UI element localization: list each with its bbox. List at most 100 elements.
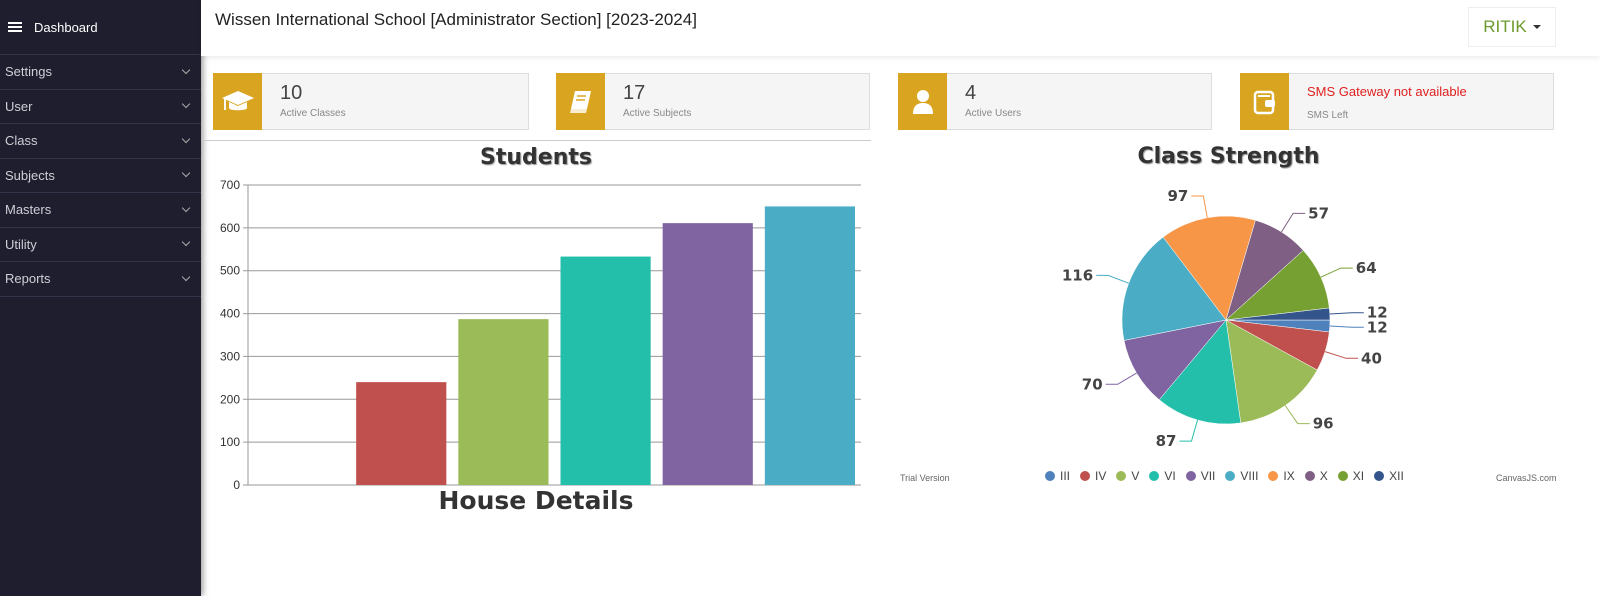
pie-label-line — [1284, 405, 1310, 425]
sidebar-item-label: Settings — [5, 64, 52, 80]
y-tick-label: 700 — [220, 178, 240, 192]
pie-data-label: 12 — [1367, 304, 1388, 322]
legend-item[interactable]: VII — [1185, 469, 1216, 483]
card-sms: SMS Gateway not available SMS Left — [1240, 73, 1554, 130]
y-tick-label: 500 — [220, 264, 240, 278]
legend-item[interactable]: IV — [1080, 469, 1106, 483]
chevron-down-icon — [181, 238, 191, 247]
pie-label-line — [1096, 274, 1129, 284]
active-users-label: Active Users — [965, 108, 1022, 119]
trial-version-watermark: Trial Version — [900, 473, 950, 483]
y-tick-label: 200 — [220, 392, 240, 406]
pie-label-line — [1105, 372, 1137, 385]
legend-marker-icon — [1337, 471, 1348, 481]
sidebar-item-label: Utility — [5, 236, 37, 252]
sidebar-item-subjects[interactable]: Subjects — [0, 159, 201, 193]
caret-down-icon — [1532, 25, 1541, 29]
legend-label: III — [1060, 469, 1071, 483]
user-name: RITIK — [1483, 17, 1527, 36]
active-users-count: 4 — [965, 82, 977, 104]
card-active-classes: 10 Active Classes — [213, 73, 529, 130]
wallet-icon — [1240, 73, 1289, 130]
legend-label: XI — [1352, 469, 1365, 483]
legend-item[interactable]: XII — [1374, 469, 1404, 483]
bar — [356, 382, 447, 485]
sms-status: SMS Gateway not available — [1307, 84, 1467, 99]
legend-item[interactable]: XI — [1337, 469, 1365, 483]
sidebar-item-settings[interactable]: Settings — [0, 55, 201, 90]
active-subjects-count: 17 — [623, 82, 646, 104]
legend-marker-icon — [1268, 471, 1279, 481]
pie-data-label: 57 — [1308, 204, 1329, 222]
active-classes-count: 10 — [280, 82, 303, 104]
pie-label-line — [1324, 351, 1359, 359]
pie-label-line — [1320, 267, 1353, 278]
y-tick-label: 100 — [220, 435, 240, 449]
pie-data-label: 97 — [1167, 187, 1188, 205]
bar — [764, 206, 855, 485]
sidebar-item-label: User — [5, 98, 33, 114]
user-menu-button[interactable]: RITIK — [1468, 7, 1556, 47]
pie-label-line — [1329, 312, 1364, 315]
sidebar-item-reports[interactable]: Reports — [0, 262, 201, 297]
legend-label: VI — [1164, 469, 1176, 483]
topbar: Wissen International School [Administrat… — [201, 0, 1600, 56]
canvasjs-watermark[interactable]: CanvasJS.com — [1496, 473, 1557, 483]
legend-label: IX — [1283, 469, 1295, 483]
legend-label: VII — [1200, 469, 1216, 483]
y-tick-label: 600 — [220, 221, 240, 235]
legend-marker-icon — [1374, 471, 1385, 481]
pie-data-label: 116 — [1062, 266, 1093, 284]
class-strength-chart: Class Strength 12 40 96 87 70 116 97 57 64 12 — [896, 140, 1561, 490]
y-tick-label: 300 — [220, 349, 240, 363]
sidebar-item-class[interactable]: Class — [0, 124, 201, 159]
chevron-down-icon — [181, 203, 191, 212]
bar — [560, 256, 651, 485]
pie-label-line — [1179, 419, 1198, 442]
chevron-down-icon — [181, 100, 191, 109]
sidebar-dashboard[interactable]: Dashboard — [0, 0, 201, 55]
legend-marker-icon — [1225, 471, 1236, 481]
students-chart: Students 0 100 200 300 400 500 600 700 — [201, 140, 871, 491]
legend-marker-icon — [1185, 471, 1196, 481]
legend-label: XII — [1389, 469, 1404, 483]
bar — [662, 223, 753, 485]
card-active-subjects: 17 Active Subjects — [556, 73, 870, 130]
legend-label: X — [1319, 469, 1328, 483]
pie-data-label: 70 — [1082, 375, 1103, 393]
sms-left-label: SMS Left — [1307, 110, 1349, 121]
sidebar-item-masters[interactable]: Masters — [0, 193, 201, 228]
sidebar-dashboard-label: Dashboard — [34, 19, 98, 35]
card-active-users: 4 Active Users — [898, 73, 1212, 130]
legend-label: VIII — [1240, 469, 1259, 483]
pie-data-label: 87 — [1156, 432, 1177, 450]
legend-item[interactable]: X — [1304, 469, 1328, 483]
legend-item[interactable]: IX — [1268, 469, 1295, 483]
graduation-cap-icon — [213, 73, 262, 130]
legend-item[interactable]: VI — [1149, 469, 1176, 483]
chevron-down-icon — [181, 272, 191, 281]
pie-label-line — [1281, 212, 1306, 233]
legend-marker-icon — [1080, 471, 1091, 481]
sidebar-item-utility[interactable]: Utility — [0, 228, 201, 262]
legend-item[interactable]: V — [1116, 469, 1139, 483]
legend-marker-icon — [1304, 471, 1315, 481]
pie-data-label: 96 — [1313, 415, 1334, 433]
legend-item[interactable]: VIII — [1225, 469, 1258, 483]
sidebar-item-label: Masters — [5, 202, 52, 218]
book-icon — [556, 73, 605, 130]
legend-marker-icon — [1149, 471, 1160, 481]
legend-marker-icon — [1045, 471, 1055, 481]
bar — [458, 319, 549, 485]
page-title: Wissen International School [Administrat… — [215, 10, 697, 29]
user-icon — [898, 73, 947, 130]
pie-legend: III IV V VI VII VIII IX X XI XII — [1045, 469, 1404, 483]
sidebar-item-label: Reports — [5, 271, 51, 287]
chevron-down-icon — [181, 65, 191, 74]
legend-item[interactable]: III — [1045, 469, 1070, 483]
chevron-down-icon — [181, 169, 191, 178]
y-tick-label: 400 — [220, 307, 240, 321]
active-subjects-label: Active Subjects — [623, 108, 692, 119]
sidebar-item-user[interactable]: User — [0, 90, 201, 124]
legend-marker-icon — [1116, 471, 1127, 481]
